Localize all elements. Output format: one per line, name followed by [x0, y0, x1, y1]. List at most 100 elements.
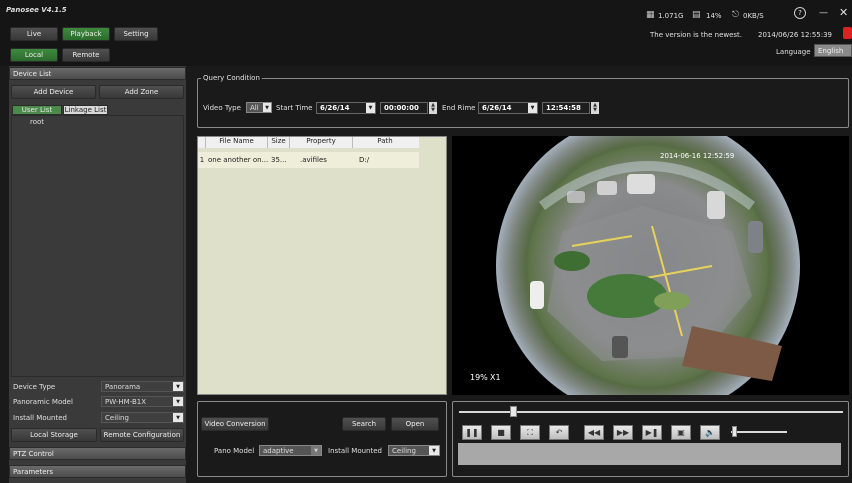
panoramic-model-value: PW-HM-B1X — [105, 397, 147, 406]
tab-user-list[interactable]: User List — [12, 105, 62, 115]
chevron-down-icon: ▼ — [173, 397, 183, 406]
volume-track[interactable] — [731, 431, 787, 433]
device-type-value: Panorama — [105, 382, 141, 391]
tab-remote[interactable]: Remote — [62, 48, 110, 62]
chevron-down-icon: ▼ — [263, 103, 271, 112]
bottom-install-mounted-label: Install Mounted — [328, 447, 382, 455]
ptz-control-header[interactable]: PTZ Control — [9, 447, 186, 460]
tab-local[interactable]: Local — [10, 48, 58, 62]
tab-live[interactable]: Live — [10, 27, 58, 41]
cpu-icon: ▤ — [692, 10, 701, 20]
fullscreen-icon[interactable]: ⛶ — [520, 425, 540, 440]
table-row[interactable]: 1 one another on... 35... .avifiles D:/ — [198, 152, 419, 168]
device-type-label: Device Type — [13, 383, 56, 391]
chevron-down-icon: ▼ — [311, 446, 321, 455]
video-type-select[interactable]: All ▼ — [246, 102, 272, 113]
tab-linkage-list[interactable]: Linkage List — [63, 105, 108, 115]
add-zone-button[interactable]: Add Zone — [99, 85, 184, 99]
add-device-button[interactable]: Add Device — [11, 85, 96, 99]
query-condition-title: Query Condition — [201, 74, 262, 82]
step-forward-icon[interactable]: ▶❚ — [642, 425, 662, 440]
row-index: 1 — [199, 156, 205, 164]
undo-icon[interactable]: ↶ — [549, 425, 569, 440]
app-window: Panosee V4.1.5 Live Playback Setting Loc… — [0, 0, 852, 483]
zoom-level: 19% — [470, 373, 488, 382]
table-corner — [198, 137, 206, 148]
panoramic-model-select[interactable]: PW-HM-B1X ▼ — [101, 396, 184, 407]
help-icon[interactable]: ? — [794, 7, 806, 19]
disk-icon: ▦ — [646, 10, 655, 20]
end-date-field[interactable]: 6/26/14 ▼ — [478, 102, 538, 114]
file-table — [197, 136, 447, 395]
mute-icon[interactable]: 🔈 — [700, 425, 720, 440]
column-header-file-name[interactable]: File Name — [206, 137, 268, 148]
start-time-spinner[interactable]: ▲ ▼ — [429, 102, 437, 114]
language-value: English — [818, 46, 844, 55]
alarm-indicator — [843, 27, 852, 39]
install-mounted-value: Ceiling — [105, 413, 129, 422]
remote-configuration-button[interactable]: Remote Configuration — [100, 428, 184, 442]
search-button[interactable]: Search — [342, 417, 386, 431]
conversion-group — [197, 401, 447, 477]
user-list-label: User List — [21, 106, 53, 114]
network-speed: 0KB/S — [743, 12, 764, 20]
install-mounted-label: Install Mounted — [13, 414, 67, 422]
end-date-value: 6/26/14 — [482, 104, 512, 112]
start-date-field[interactable]: 6/26/14 ▼ — [316, 102, 376, 114]
bottom-install-mounted-select[interactable]: Ceiling ▼ — [388, 445, 440, 456]
video-timestamp: 2014-06-16 12:52:59 — [660, 152, 735, 160]
chevron-down-icon: ▼ — [429, 446, 439, 455]
open-button[interactable]: Open — [391, 417, 439, 431]
progress-thumb[interactable] — [509, 406, 517, 417]
stop-icon[interactable]: ■ — [491, 425, 511, 440]
close-icon[interactable]: ✕ — [839, 6, 848, 19]
column-header-size[interactable]: Size — [268, 137, 290, 148]
fisheye-video-frame — [496, 136, 800, 395]
snapshot-icon[interactable]: ▣ — [671, 425, 691, 440]
cell-file-name: one another on... — [208, 156, 268, 164]
linkage-list-label: Linkage List — [64, 106, 107, 114]
rewind-icon[interactable]: ◀◀ — [584, 425, 604, 440]
parameters-header[interactable]: Parameters — [9, 465, 186, 478]
end-time-label: End Rime — [442, 104, 476, 112]
language-select[interactable]: English — [814, 44, 852, 57]
playback-info-bar — [458, 443, 841, 465]
install-mounted-select[interactable]: Ceiling ▼ — [101, 412, 184, 423]
pano-model-select[interactable]: adaptive ▼ — [259, 445, 322, 456]
language-label: Language — [776, 48, 811, 56]
start-time-field[interactable]: 00:00:00 — [380, 102, 428, 114]
cell-path: D:/ — [359, 156, 370, 164]
local-storage-button[interactable]: Local Storage — [11, 428, 97, 442]
column-header-property[interactable]: Property — [290, 137, 353, 148]
bottom-install-mounted-value: Ceiling — [392, 446, 416, 455]
pause-icon[interactable]: ❚❚ — [462, 425, 482, 440]
device-type-select[interactable]: Panorama ▼ — [101, 381, 184, 392]
tree-root-node[interactable]: root — [30, 118, 44, 126]
table-header-row: File Name Size Property Path — [198, 137, 419, 148]
video-conversion-button[interactable]: Video Conversion — [201, 417, 269, 431]
minimize-icon[interactable]: — — [819, 8, 828, 18]
calendar-dropdown-icon[interactable]: ▼ — [528, 103, 537, 113]
help-glyph: ? — [798, 9, 802, 17]
cell-size: 35... — [271, 156, 287, 164]
end-time-spinner[interactable]: ▲ ▼ — [591, 102, 599, 114]
tab-setting[interactable]: Setting — [114, 27, 158, 41]
chevron-down-icon: ▼ — [173, 382, 183, 391]
tab-playback[interactable]: Playback — [62, 27, 110, 41]
panoramic-model-label: Panoramic Model — [13, 398, 73, 406]
end-time-field[interactable]: 12:54:58 — [542, 102, 590, 114]
fast-forward-icon[interactable]: ▶▶ — [613, 425, 633, 440]
cpu-usage: 14% — [706, 12, 722, 20]
video-type-label: Video Type — [203, 104, 241, 112]
current-datetime: 2014/06/26 12:55:39 — [758, 31, 833, 39]
device-list-header: Device List — [9, 67, 186, 80]
calendar-dropdown-icon[interactable]: ▼ — [366, 103, 375, 113]
video-type-value: All — [250, 103, 259, 112]
volume-thumb[interactable] — [731, 426, 737, 437]
pano-model-label: Pano Model — [214, 447, 255, 455]
column-header-path[interactable]: Path — [353, 137, 417, 148]
network-icon: ⎋ — [732, 10, 740, 20]
playback-speed: X1 — [490, 373, 501, 382]
video-view[interactable]: 2014-06-16 12:52:59 19% X1 — [452, 136, 849, 395]
pano-model-value: adaptive — [263, 446, 294, 455]
